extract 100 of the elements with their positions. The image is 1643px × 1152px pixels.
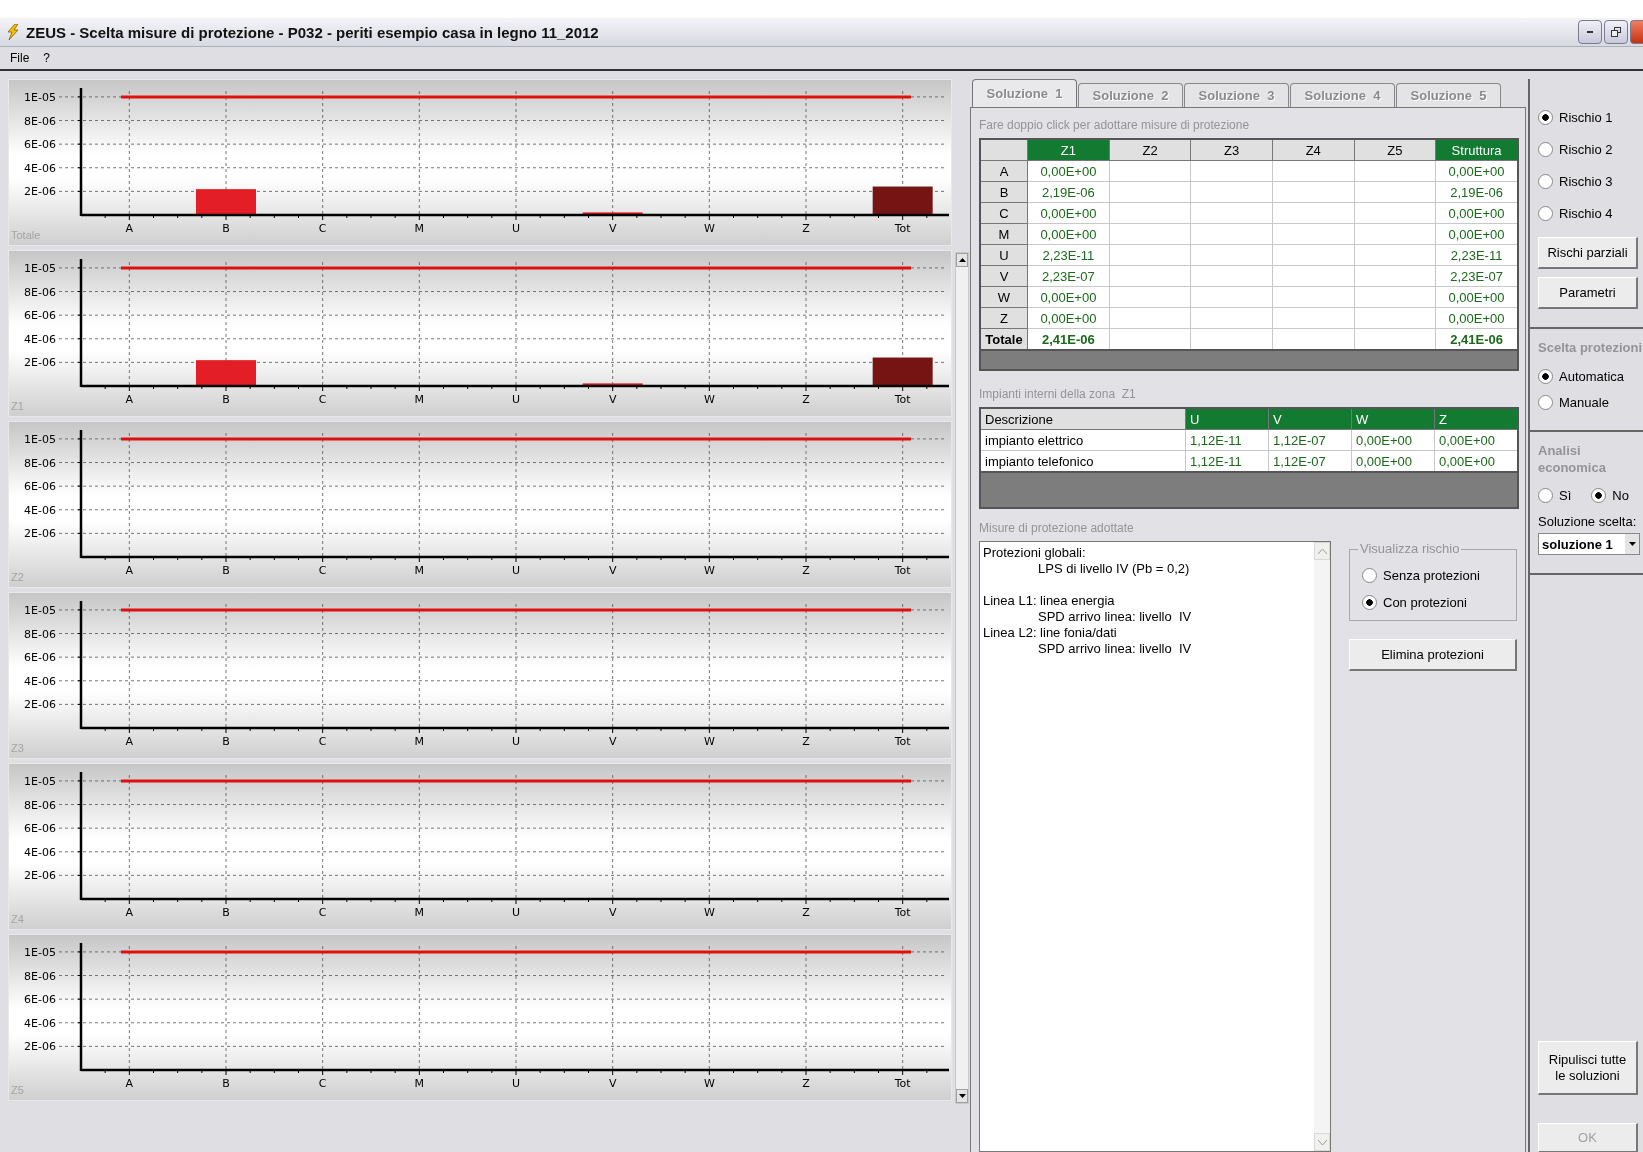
table-cell: 1,12E-07 [1268, 429, 1352, 451]
scroll-up-icon[interactable] [958, 258, 966, 262]
minimize-icon [1587, 31, 1593, 33]
x-tick-label: W [703, 393, 715, 406]
x-tick-label: V [608, 735, 617, 748]
x-tick-label: V [608, 906, 617, 919]
bar [582, 383, 643, 386]
menu-item[interactable]: ? [43, 51, 51, 65]
scrollbar[interactable] [955, 252, 969, 1104]
y-tick-label: 2E-06 [24, 356, 56, 370]
y-tick-label: 2E-06 [24, 1040, 56, 1054]
radio-icon[interactable] [1538, 368, 1553, 384]
x-tick-label: Z [802, 564, 810, 577]
radio-button[interactable]: No [1591, 480, 1629, 510]
y-tick-label: 1E-05 [24, 432, 56, 446]
row-header: Z [980, 307, 1028, 329]
table-cell: 2,23E-11 [1027, 244, 1110, 266]
table-cell: 0,00E+00 [1027, 286, 1110, 308]
bar [872, 186, 933, 215]
y-tick-label: 1E-05 [24, 945, 56, 959]
y-tick-label: 6E-06 [24, 993, 56, 1007]
window-title: ZEUS - Scelta misure di protezione - P032 - periti esempio casa in legno 11_2012 [26, 23, 600, 41]
partial-risks-button[interactable]: Rischi parziali [1538, 237, 1638, 269]
x-tick-label: C [318, 564, 327, 577]
y-tick-label: 1E-05 [24, 261, 56, 275]
x-tick-label: V [608, 564, 617, 577]
row-header: M [980, 223, 1028, 245]
caret-icon[interactable] [1628, 542, 1636, 546]
radio-icon[interactable] [1538, 394, 1553, 410]
table-cell: 2,19E-06 [1027, 181, 1110, 203]
x-tick-label: Tot [894, 735, 911, 748]
remove-button[interactable]: Elimina protezioni [1349, 639, 1517, 671]
x-tick-label: A [125, 906, 134, 919]
x-tick-label: M [414, 1077, 425, 1090]
restore-button[interactable] [1604, 20, 1628, 44]
radio-icon[interactable] [1362, 568, 1377, 583]
y-tick-label: 4E-06 [24, 332, 56, 346]
radio-icon[interactable] [1538, 173, 1553, 189]
radio-icon[interactable] [1538, 109, 1553, 125]
radio-button[interactable]: Con protezioni [1362, 595, 1467, 610]
y-tick-label: 8E-06 [24, 798, 56, 812]
y-tick-label: 1E-05 [24, 90, 56, 104]
x-tick-label: Tot [894, 1077, 911, 1090]
x-tick-label: M [414, 906, 425, 919]
column-header: U [1185, 408, 1269, 430]
radio-icon[interactable] [1538, 487, 1553, 503]
radio-button[interactable]: Rischio 2 [1538, 133, 1613, 165]
column-header: V [1268, 408, 1352, 430]
column-header: Z2 [1109, 139, 1191, 161]
section-caption: Analisi economica [1538, 442, 1607, 476]
group-title: Visualizza rischio [1358, 541, 1462, 556]
field-label: Soluzione scelta: [1538, 514, 1638, 529]
x-tick-label: M [414, 735, 425, 748]
radio-button[interactable]: Rischio 3 [1538, 165, 1613, 197]
x-tick-label: Z [802, 393, 810, 406]
bar [872, 357, 933, 386]
x-tick-label: V [608, 393, 617, 406]
x-tick-label: V [608, 1077, 617, 1090]
x-tick-label: Z [802, 735, 810, 748]
section-caption: Misure di protezione adottate [979, 521, 1135, 535]
x-tick-label: Tot [894, 222, 911, 235]
radio-button[interactable]: Sì [1538, 480, 1572, 510]
y-tick-label: 8E-06 [24, 627, 56, 641]
y-tick-label: 8E-06 [24, 456, 56, 470]
radio-icon[interactable] [1591, 487, 1607, 503]
y-tick-label: 1E-05 [24, 774, 56, 788]
y-tick-label: 4E-06 [24, 503, 56, 517]
restore-icon [1611, 27, 1621, 37]
x-tick-label: Z [802, 1077, 810, 1090]
solution-dropdown[interactable]: soluzione 1 [1538, 533, 1640, 555]
y-tick-label: 4E-06 [24, 845, 56, 859]
menu-item[interactable]: File [10, 51, 30, 65]
y-tick-label: 8E-06 [24, 285, 56, 299]
y-tick-label: 6E-06 [24, 480, 56, 494]
x-tick-label: M [414, 393, 425, 406]
row-header: C [980, 202, 1028, 224]
y-tick-label: 4E-06 [24, 674, 56, 688]
x-tick-label: B [222, 222, 230, 235]
parameters-button[interactable]: Parametri [1538, 277, 1638, 309]
table-cell: 0,00E+00 [1027, 307, 1110, 329]
hint-text: Fare doppio click per adottare misure di protezione [979, 118, 1251, 132]
radio-icon[interactable] [1362, 595, 1377, 610]
y-tick-label: 2E-06 [24, 185, 56, 199]
radio-button[interactable]: Senza protezioni [1362, 568, 1480, 583]
scroll-down-icon[interactable] [958, 1094, 966, 1098]
radio-button[interactable]: Rischio 1 [1538, 101, 1613, 133]
minimize-button[interactable] [1578, 20, 1602, 44]
clear-solutions-button[interactable]: Ripulisci tutte le soluzioni [1538, 1041, 1638, 1095]
y-tick-label: 4E-06 [24, 1016, 56, 1030]
column-header: W [1351, 408, 1435, 430]
x-tick-label: C [318, 1077, 327, 1090]
y-tick-label: 2E-06 [24, 527, 56, 541]
radio-icon[interactable] [1538, 141, 1553, 157]
x-tick-label: C [318, 735, 327, 748]
radio-button[interactable]: Rischio 4 [1538, 197, 1613, 229]
x-tick-label: W [703, 564, 715, 577]
x-tick-label: C [318, 906, 327, 919]
table-cell: 0,00E+00 [1027, 202, 1110, 224]
row-header: V [980, 265, 1028, 287]
radio-icon[interactable] [1538, 205, 1553, 221]
